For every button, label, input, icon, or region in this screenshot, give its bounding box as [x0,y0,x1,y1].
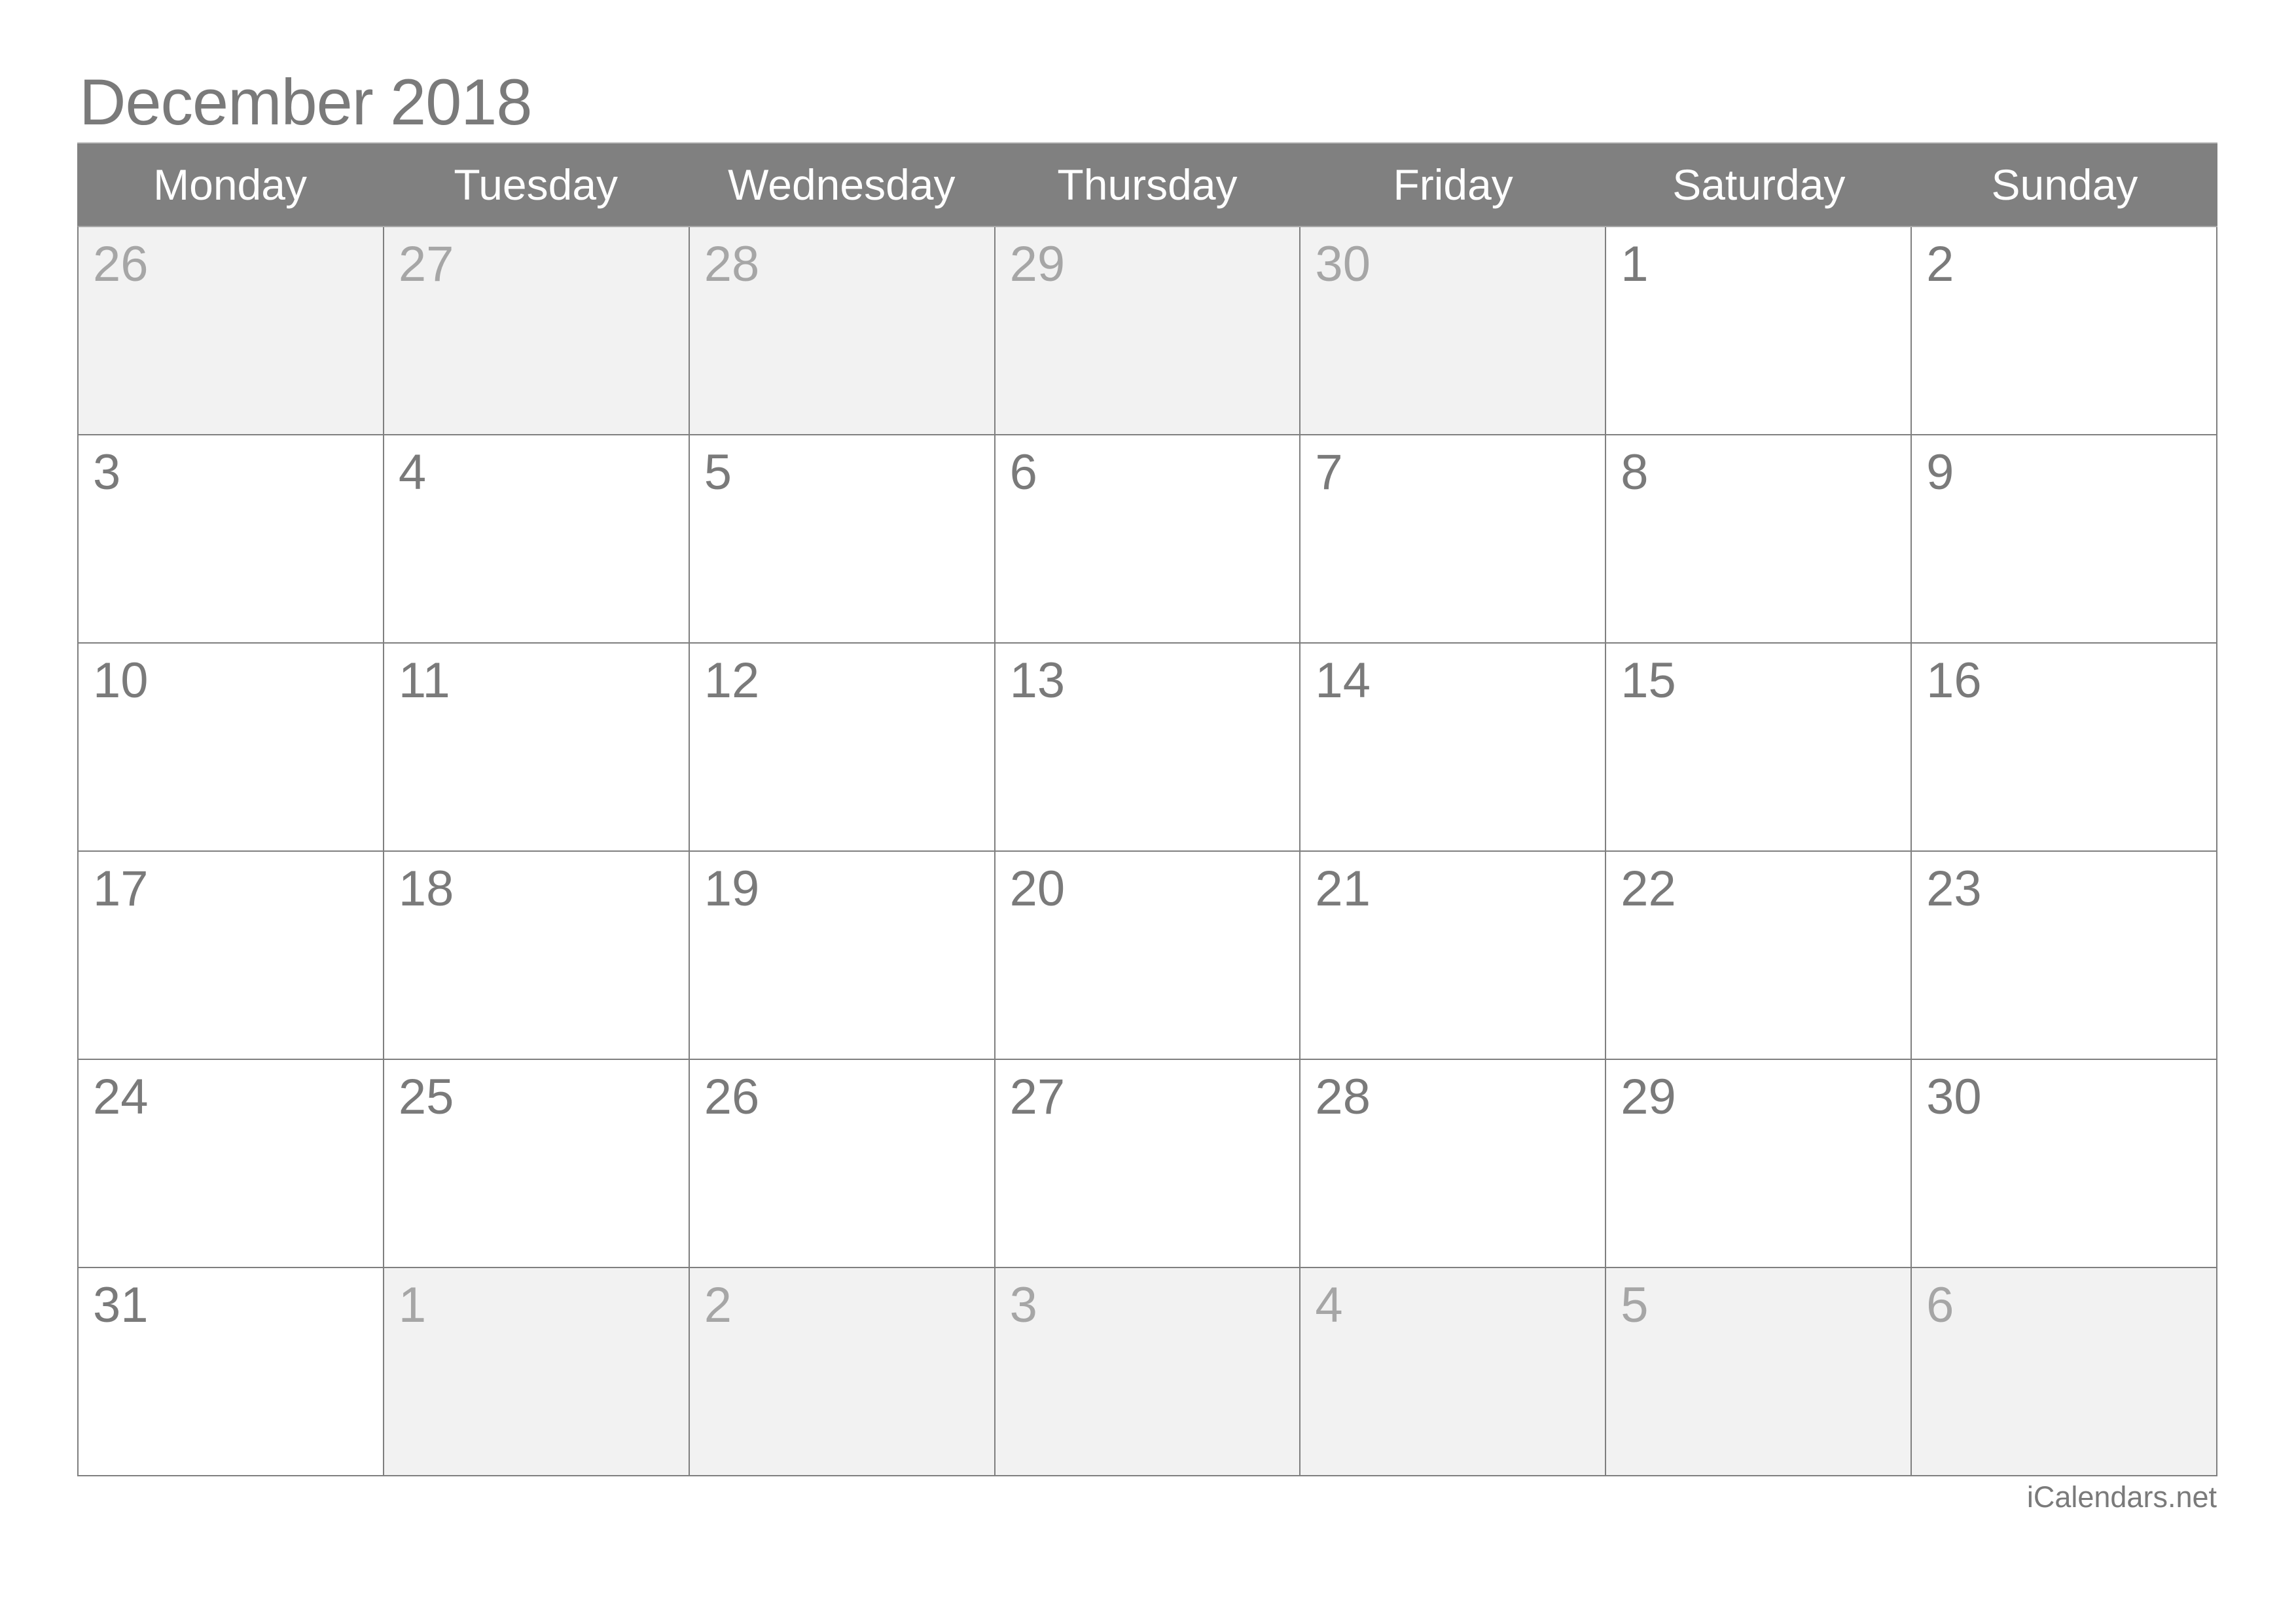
weekday-thursday: Thursday [1057,160,1238,209]
day-number: 4 [1315,1277,1343,1333]
day-cell: 30 [1912,1060,2217,1268]
day-number: 5 [704,445,732,500]
day-cell-other-month: 6 [1912,1268,2217,1476]
day-number: 26 [93,236,149,292]
day-number: 31 [93,1277,149,1333]
day-cell: 23 [1912,852,2217,1060]
day-cell: 14 [1300,644,1607,852]
day-number: 6 [1926,1277,1954,1333]
day-number: 16 [1926,653,1982,708]
calendar-title: December 2018 [79,65,532,138]
day-number: 17 [93,861,149,917]
day-number: 27 [1009,1069,1066,1125]
day-cell: 21 [1300,852,1607,1060]
day-number: 1 [398,1277,427,1333]
day-number: 26 [704,1069,760,1125]
day-cell: 11 [384,644,690,852]
day-cell: 25 [384,1060,690,1268]
day-number: 28 [704,236,760,292]
day-cell-other-month: 5 [1606,1268,1912,1476]
day-number: 15 [1621,653,1676,708]
day-number: 18 [398,861,454,917]
day-number: 25 [398,1069,454,1125]
day-cell-other-month: 30 [1300,227,1607,435]
day-cell: 27 [995,1060,1301,1268]
day-cell-other-month: 28 [689,227,996,435]
day-cell: 28 [1300,1060,1607,1268]
day-number: 12 [704,653,760,708]
weekday-monday: Monday [153,160,307,209]
day-cell: 1 [1606,227,1912,435]
day-cell-other-month: 26 [79,227,384,435]
day-cell-other-month: 27 [384,227,690,435]
weekday-saturday: Saturday [1672,160,1846,209]
day-number: 28 [1315,1069,1371,1125]
day-number: 27 [398,236,454,292]
day-number: 30 [1926,1069,1982,1125]
day-cell: 24 [79,1060,384,1268]
day-number: 10 [93,653,149,708]
weekday-sunday: Sunday [1991,160,2138,209]
day-number: 21 [1315,861,1371,917]
day-number: 23 [1926,861,1982,917]
weekday-tuesday: Tuesday [454,160,619,209]
weekday-wednesday: Wednesday [728,160,956,209]
day-cell: 13 [995,644,1301,852]
day-number: 22 [1621,861,1676,917]
day-number: 30 [1315,236,1371,292]
day-number: 11 [398,653,450,708]
day-cell: 7 [1300,435,1607,644]
day-cell: 26 [689,1060,996,1268]
day-cell: 3 [79,435,384,644]
day-cell: 9 [1912,435,2217,644]
day-grid: 26 27 28 29 30 1 2 3 4 5 6 7 8 9 10 11 12 13 14 15 16 17 18 19 2… [77,226,2217,1476]
day-number: 8 [1621,445,1649,500]
day-cell: 16 [1912,644,2217,852]
day-cell: 22 [1606,852,1912,1060]
day-cell-other-month: 2 [689,1268,996,1476]
day-number: 20 [1009,861,1066,917]
day-cell: 29 [1606,1060,1912,1268]
day-number: 29 [1621,1069,1676,1125]
day-number: 3 [1009,1277,1037,1333]
day-number: 2 [1926,236,1954,292]
day-number: 14 [1315,653,1371,708]
day-cell: 8 [1606,435,1912,644]
day-number: 5 [1621,1277,1649,1333]
day-cell-other-month: 1 [384,1268,690,1476]
day-number: 13 [1009,653,1066,708]
day-cell-other-month: 29 [995,227,1301,435]
day-cell: 20 [995,852,1301,1060]
day-number: 29 [1009,236,1066,292]
day-cell: 2 [1912,227,2217,435]
day-cell: 12 [689,644,996,852]
day-cell: 10 [79,644,384,852]
footer-brand: iCalendars.net [2026,1480,2217,1514]
month-calendar: Monday Tuesday Wednesday Thursday Friday… [77,142,2217,1476]
day-cell: 6 [995,435,1301,644]
day-cell: 4 [384,435,690,644]
day-cell: 5 [689,435,996,644]
day-number: 3 [93,445,121,500]
day-number: 19 [704,861,760,917]
day-cell: 17 [79,852,384,1060]
weekday-header: Monday Tuesday Wednesday Thursday Friday… [77,143,2217,226]
day-number: 2 [704,1277,732,1333]
day-cell: 15 [1606,644,1912,852]
day-cell: 31 [79,1268,384,1476]
weekday-friday: Friday [1393,160,1513,209]
day-cell: 19 [689,852,996,1060]
day-cell-other-month: 3 [995,1268,1301,1476]
day-number: 7 [1315,445,1343,500]
day-cell: 18 [384,852,690,1060]
day-number: 6 [1009,445,1037,500]
day-number: 9 [1926,445,1954,500]
day-number: 4 [398,445,427,500]
day-number: 24 [93,1069,149,1125]
day-cell-other-month: 4 [1300,1268,1607,1476]
day-number: 1 [1621,236,1649,292]
